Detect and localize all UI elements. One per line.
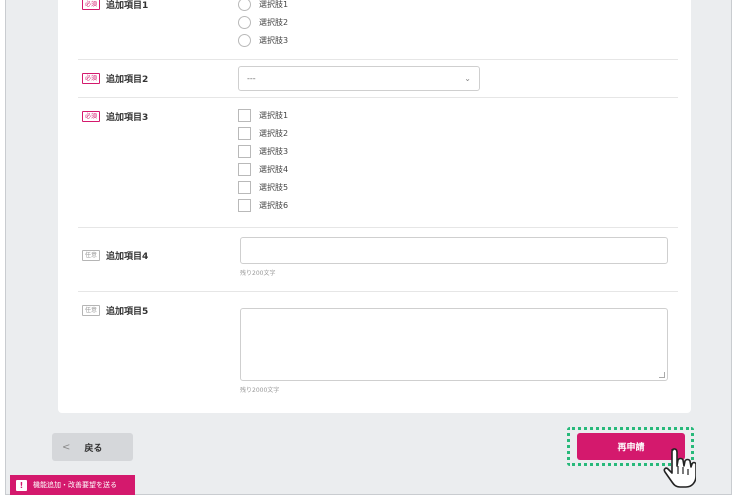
form-card: 必須 追加項目1 選択肢1 選択肢2 選択肢3 必須 追加項目2 --- ⌄ 必… [58, 0, 691, 413]
radio-circle-icon[interactable] [238, 0, 251, 11]
checkbox-option[interactable]: 選択肢6 [238, 196, 288, 214]
hand-pointer-icon [663, 448, 696, 488]
chevron-down-icon: ⌄ [464, 74, 471, 83]
back-button-label: 戻る [84, 443, 103, 454]
required-badge: 必須 [82, 111, 101, 122]
checkbox-option[interactable]: 選択肢5 [238, 178, 288, 196]
field-title-1: 追加項目1 [106, 1, 149, 11]
checkbox-icon[interactable] [238, 162, 251, 176]
page-background: 必須 追加項目1 選択肢1 選択肢2 選択肢3 必須 追加項目2 --- ⌄ 必… [5, 0, 732, 495]
checkbox-option-label: 選択肢5 [259, 182, 289, 192]
feedback-label: 機能追加・改善要望を送る [33, 481, 117, 489]
checkbox-option[interactable]: 選択肢2 [238, 124, 288, 142]
field-row-1: 必須 追加項目1 選択肢1 選択肢2 選択肢3 [78, 0, 678, 60]
select-dropdown[interactable]: --- ⌄ [238, 66, 480, 91]
chevron-left-icon: < [62, 441, 71, 453]
field-label-2: 必須 追加項目2 [82, 72, 148, 85]
checkbox-option-label: 選択肢3 [259, 146, 289, 156]
field-row-5: 任意 追加項目5 残り2000文字 [78, 292, 678, 402]
radio-option-label: 選択肢3 [259, 35, 289, 45]
radio-option-label: 選択肢2 [259, 17, 289, 27]
checkbox-option-label: 選択肢4 [259, 164, 289, 174]
optional-badge: 任意 [82, 250, 101, 261]
checkbox-icon[interactable] [238, 198, 251, 212]
checkbox-option[interactable]: 選択肢1 [238, 106, 288, 124]
radio-option-label: 選択肢1 [259, 0, 289, 9]
char-counter: 残り200文字 [240, 270, 276, 277]
optional-badge: 任意 [82, 305, 101, 316]
resize-handle-icon[interactable] [659, 372, 665, 378]
text-input-4[interactable] [240, 237, 668, 264]
checkbox-icon[interactable] [238, 180, 251, 194]
checkbox-option-label: 選択肢2 [259, 128, 289, 138]
radio-group: 選択肢1 選択肢2 選択肢3 [238, 0, 288, 49]
field-title-3: 追加項目3 [106, 113, 149, 123]
field-row-4: 任意 追加項目4 残り200文字 [78, 228, 678, 292]
checkbox-option-label: 選択肢6 [259, 200, 289, 210]
radio-option[interactable]: 選択肢3 [238, 31, 288, 49]
required-badge: 必須 [82, 0, 101, 10]
char-counter: 残り2000文字 [240, 387, 280, 394]
checkbox-option[interactable]: 選択肢4 [238, 160, 288, 178]
checkbox-icon[interactable] [238, 126, 251, 140]
field-label-5: 任意 追加項目5 [82, 304, 148, 317]
required-badge: 必須 [82, 73, 101, 84]
radio-option[interactable]: 選択肢1 [238, 0, 288, 13]
field-label-1: 必須 追加項目1 [82, 0, 148, 11]
checkbox-icon[interactable] [238, 144, 251, 158]
radio-circle-icon[interactable] [238, 15, 251, 29]
radio-circle-icon[interactable] [238, 33, 251, 47]
checkbox-option[interactable]: 選択肢3 [238, 142, 288, 160]
field-label-3: 必須 追加項目3 [82, 110, 148, 123]
exclamation-icon: ! [16, 479, 27, 491]
field-label-4: 任意 追加項目4 [82, 249, 148, 262]
radio-option[interactable]: 選択肢2 [238, 13, 288, 31]
field-title-2: 追加項目2 [106, 75, 149, 85]
field-title-5: 追加項目5 [106, 307, 149, 317]
field-row-2: 必須 追加項目2 --- ⌄ [78, 60, 678, 98]
checkbox-group: 選択肢1 選択肢2 選択肢3 選択肢4 選択肢5 選択肢6 [238, 106, 288, 214]
field-row-3: 必須 追加項目3 選択肢1 選択肢2 選択肢3 選択肢4 選択肢5 選択肢6 [78, 98, 678, 228]
back-button[interactable]: < 戻る [52, 433, 133, 461]
reapply-button-label: 再申請 [617, 443, 645, 453]
select-value: --- [247, 74, 256, 83]
field-title-4: 追加項目4 [106, 252, 149, 262]
feedback-button[interactable]: ! 機能追加・改善要望を送る [10, 475, 135, 495]
textarea-5[interactable] [240, 308, 668, 381]
checkbox-icon[interactable] [238, 108, 251, 122]
checkbox-option-label: 選択肢1 [259, 110, 289, 120]
